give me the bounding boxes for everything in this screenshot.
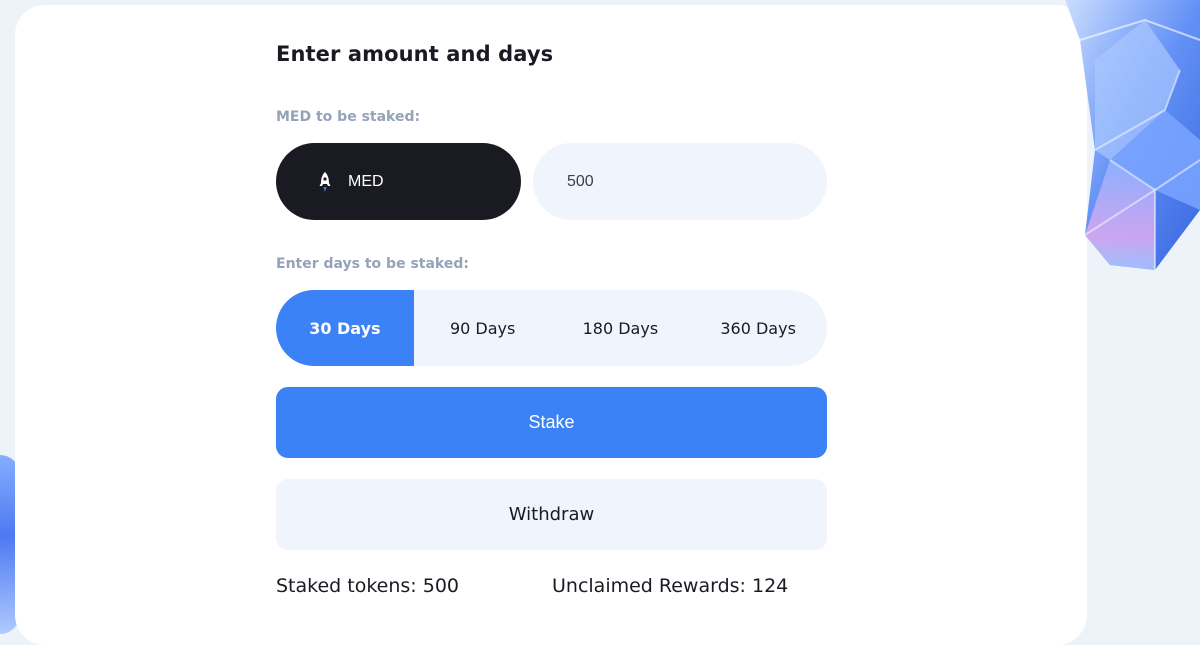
days-label: Enter days to be staked: (276, 256, 469, 272)
days-option-90[interactable]: 90 Days (414, 290, 552, 366)
days-selector: 30 Days 90 Days 180 Days 360 Days (276, 290, 827, 366)
staked-tokens-stat: Staked tokens: 500 (276, 575, 460, 597)
stake-button[interactable]: Stake (276, 387, 827, 458)
unclaimed-rewards-stat: Unclaimed Rewards: 124 (552, 575, 789, 597)
amount-input[interactable] (533, 143, 827, 220)
decorative-crystal-right (930, 0, 1200, 280)
days-option-180[interactable]: 180 Days (552, 290, 690, 366)
token-name: MED (348, 172, 384, 190)
token-selector[interactable]: MED (276, 143, 521, 220)
days-option-30[interactable]: 30 Days (276, 290, 414, 366)
withdraw-button[interactable]: Withdraw (276, 479, 827, 550)
amount-label: MED to be staked: (276, 109, 421, 125)
form-title: Enter amount and days (276, 42, 554, 66)
rocket-icon (316, 170, 334, 194)
days-option-360[interactable]: 360 Days (689, 290, 827, 366)
